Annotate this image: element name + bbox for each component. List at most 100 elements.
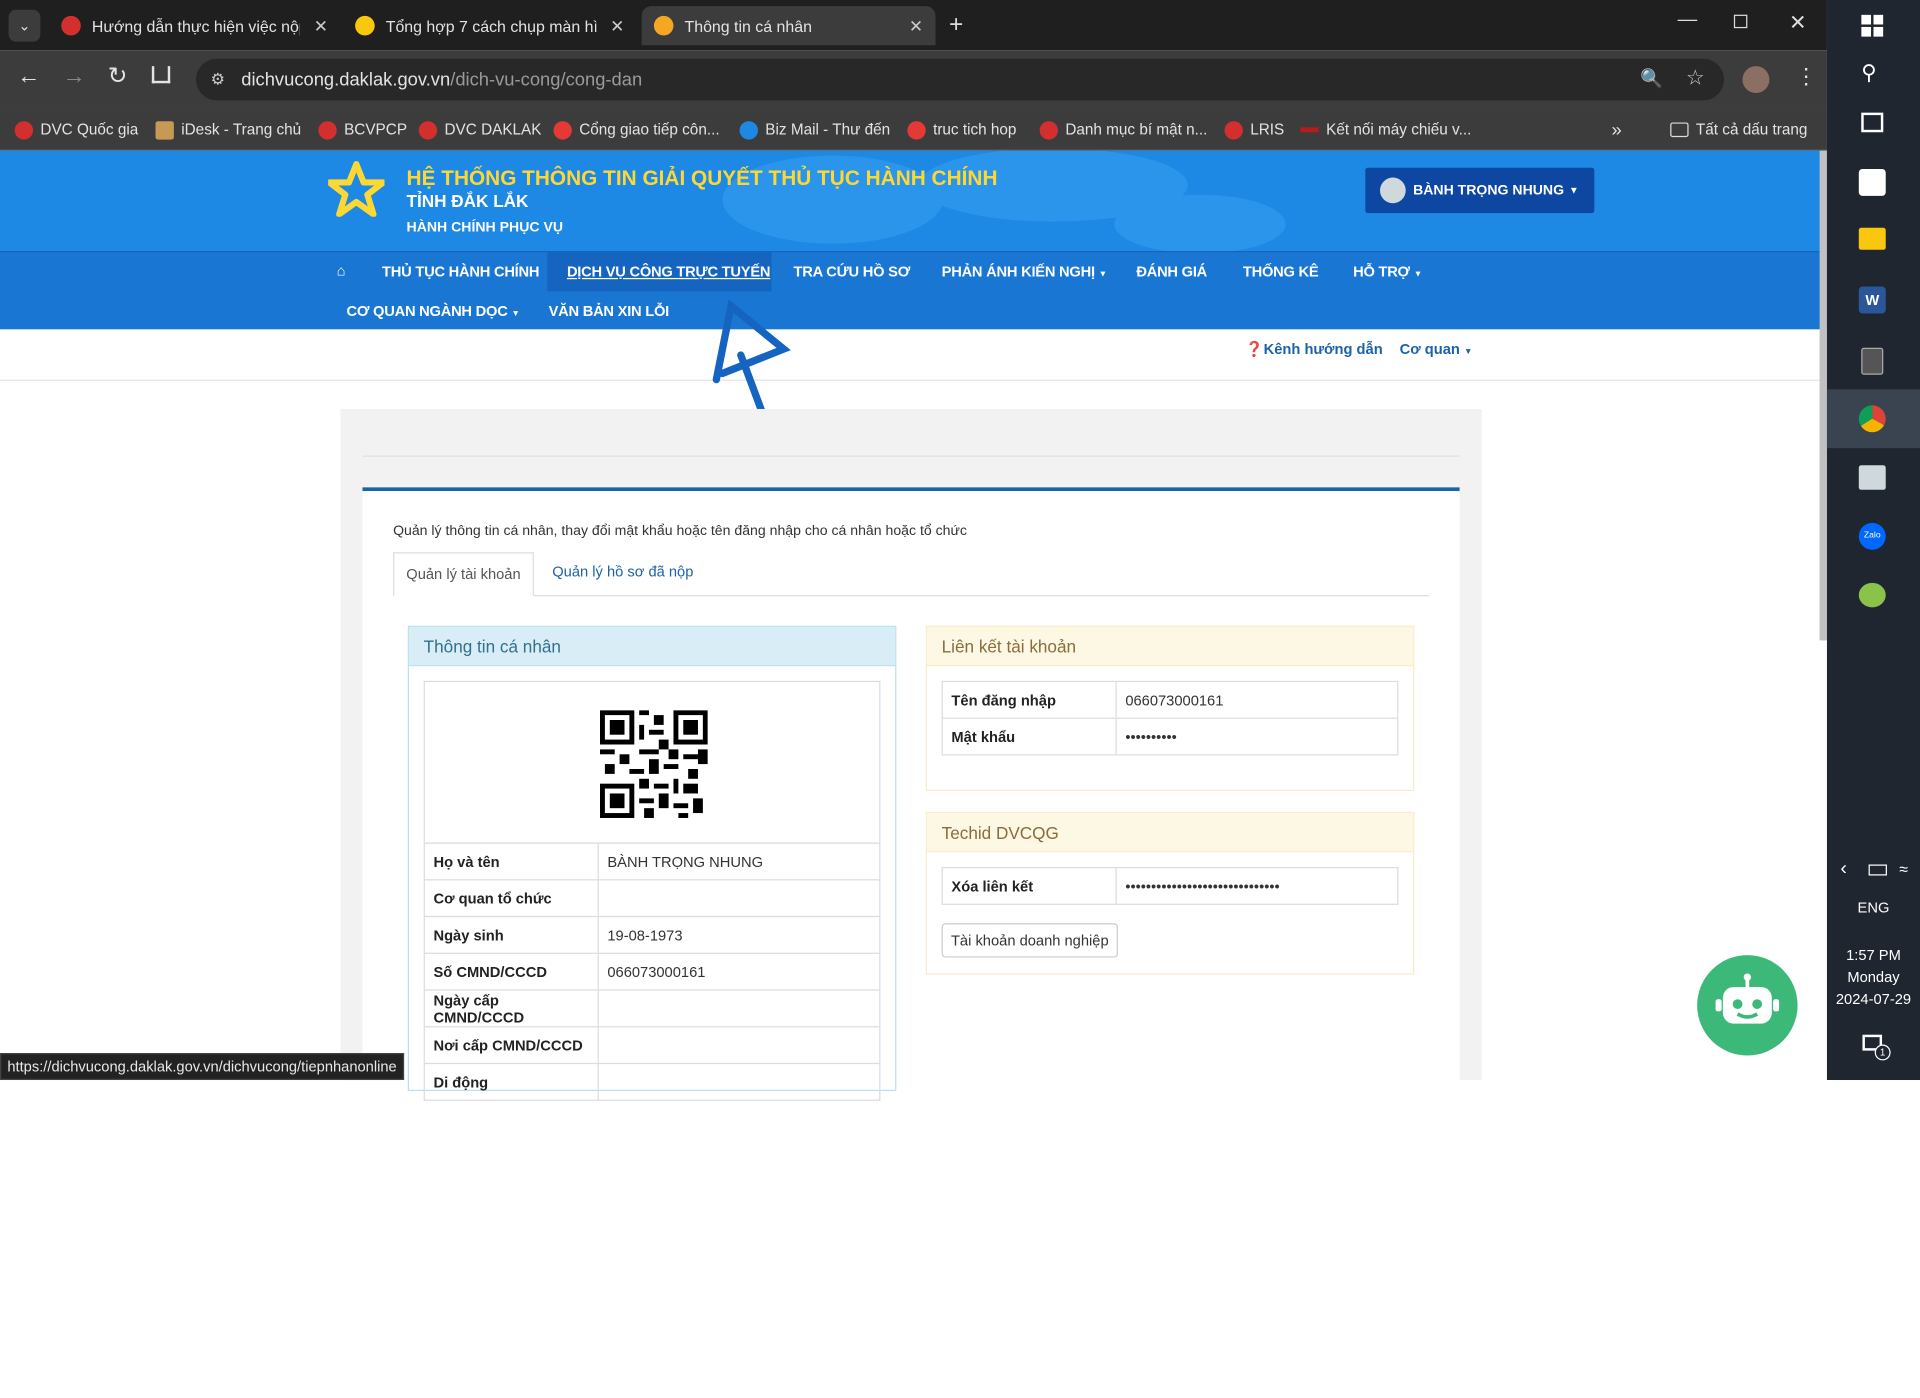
tab-quan-ly-tai-khoan[interactable]: Quản lý tài khoản [393,552,534,597]
bookmark-item[interactable]: Kết nối máy chiếu v... [1300,116,1471,143]
bookmark-label: DVC Quốc gia [40,121,139,139]
field-value: 066073000161 [597,952,881,991]
business-account-button[interactable]: Tài khoản doanh nghiệp [941,923,1118,958]
table-row: Ngày sinh 19-08-1973 [423,915,881,954]
task-view-icon[interactable] [1861,112,1884,133]
nav-van-ban-xin-loi[interactable]: VĂN BẢN XIN LỖI [549,302,670,319]
bookmark-favicon-icon [1039,120,1058,139]
all-bookmarks-label: Tất cả dấu trang [1695,121,1808,139]
user-avatar-icon [1380,177,1406,204]
bookmark-label: Danh mục bí mật n... [1065,121,1208,139]
tab-title: Tổng hợp 7 cách chụp màn hình [385,16,597,35]
nav-dich-vu-cong[interactable]: DỊCH VỤ CÔNG TRỰC TUYẾN [567,263,771,280]
forward-icon[interactable]: → [62,64,85,91]
bookmark-favicon-icon [14,120,34,139]
techid-panel: Techid DVCQG Xóa liên kết •••••••••••••••… [925,811,1415,975]
nav-thong-ke[interactable]: THỐNG KÊ [1243,263,1319,280]
bookmarks-bar: DVC Quốc gia iDesk - Trang chủ BCVPCP DV… [0,108,1827,151]
close-window-icon[interactable]: ✕ [1789,11,1806,35]
paint-icon[interactable] [1858,582,1886,608]
field-label: Ngày cấp CMND/CCCD [423,989,599,1028]
word-icon[interactable]: W [1858,286,1886,314]
new-tab-icon[interactable]: + [949,11,963,39]
tab-3-active[interactable]: Thông tin cá nhân ✕ [641,6,936,46]
nav-thu-tuc[interactable]: THỦ TỤC HÀNH CHÍNH [382,263,539,280]
tab-1[interactable]: Hướng dẫn thực hiện việc nộp hồ sơ ✕ [49,6,340,45]
nav-label: HỖ TRỢ [1353,263,1410,281]
caret-down-icon: ▼ [1568,184,1579,196]
windows-start-icon[interactable] [1861,14,1884,37]
close-tab-icon[interactable]: ✕ [314,16,328,37]
table-row: Tên đăng nhập 066073000161 [941,680,1399,719]
all-bookmarks-folder[interactable]: Tất cả dấu trang [1670,116,1807,143]
home-icon[interactable] [151,66,171,84]
page-scrollbar[interactable] [1819,150,1827,641]
chatbot-button[interactable] [1697,955,1798,1056]
network-app-icon[interactable] [1858,465,1886,490]
site-info-icon[interactable]: ⚙ [211,70,225,90]
account-card: Quản lý thông tin cá nhân, thay đổi mật … [362,487,1460,1101]
status-bubble: https://dichvucong.daklak.gov.vn/dichvuc… [0,1053,405,1081]
bookmark-label: Biz Mail - Thư đến [765,121,891,139]
folder-icon [1670,122,1689,138]
profile-avatar[interactable] [1742,66,1770,94]
battery-icon[interactable] [1868,864,1887,876]
bookmark-item[interactable]: Biz Mail - Thư đến [739,116,891,143]
guide-link-label: Kênh hướng dẫn [1263,340,1383,358]
zoom-icon[interactable]: 🔍 [1640,67,1663,90]
nav-label: CƠ QUAN NGÀNH DỌC [346,302,508,320]
bookmark-star-icon[interactable]: ☆ [1686,66,1705,90]
nav-ho-tro[interactable]: HỖ TRỢ ▼ [1353,263,1422,280]
clock-time[interactable]: 1:57 PM [1827,947,1920,964]
calculator-icon[interactable] [1861,347,1884,375]
nav-phan-anh[interactable]: PHẢN ÁNH KIẾN NGHỊ ▼ [942,263,1107,280]
file-explorer-icon[interactable] [1858,227,1886,250]
bookmark-item[interactable]: Cổng giao tiếp côn... [553,116,720,143]
minimize-icon[interactable]: — [1678,10,1698,32]
tab-search-button[interactable]: ⌄ [8,9,41,42]
menu-icon[interactable]: ⋮ [1795,64,1817,90]
language-indicator[interactable]: ENG [1827,899,1920,916]
field-label: Ngày sinh [423,915,599,954]
more-bookmarks-icon[interactable]: » [1611,116,1621,143]
clock-date[interactable]: 2024-07-29 [1827,991,1920,1008]
bookmark-item[interactable]: DVC Quốc gia [14,116,139,143]
home-icon[interactable]: ⌂ [337,262,346,279]
field-label: Di động [423,1062,599,1101]
back-icon[interactable]: ← [17,64,40,91]
field-value [597,879,881,918]
store-icon[interactable] [1858,168,1886,196]
field-value: 066073000161 [1115,680,1399,719]
search-icon[interactable]: ⚲ [1861,61,1876,85]
tab-quan-ly-ho-so[interactable]: Quản lý hồ sơ đã nộp [552,563,693,580]
wifi-icon[interactable]: ≈ [1899,860,1908,878]
table-row: Họ và tên BÀNH TRỌNG NHUNG [423,842,881,881]
nav-tra-cuu[interactable]: TRA CỨU HỒ SƠ [793,263,910,280]
nav-danh-gia[interactable]: ĐÁNH GIÁ [1136,263,1207,280]
nav-co-quan-nganh-doc[interactable]: CƠ QUAN NGÀNH DỌC ▼ [347,302,520,319]
bookmark-item[interactable]: iDesk - Trang chủ [155,116,301,143]
close-tab-icon[interactable]: ✕ [909,16,923,37]
bookmark-favicon-icon [318,120,337,139]
bookmark-item[interactable]: BCVPCP [318,116,407,143]
clock-day[interactable]: Monday [1827,969,1920,986]
tab-2[interactable]: Tổng hợp 7 cách chụp màn hình ✕ [343,6,637,45]
url-path: /dich-vu-cong/cong-dan [450,69,643,91]
bookmark-item[interactable]: LRIS [1224,116,1284,143]
restore-icon[interactable] [1733,14,1748,29]
chrome-icon[interactable] [1858,405,1886,433]
user-menu-button[interactable]: BÀNH TRỌNG NHUNG ▼ [1365,167,1595,214]
table-row: Số CMND/CCCD 066073000161 [423,952,881,991]
zalo-icon[interactable]: Zalo [1858,522,1886,550]
tray-chevron-icon[interactable]: ‹ [1840,858,1847,880]
agency-dropdown[interactable]: Cơ quan ▼ [1400,340,1473,357]
close-tab-icon[interactable]: ✕ [610,16,624,37]
address-bar[interactable]: ⚙ dichvucong.daklak.gov.vn/dich-vu-cong/… [195,58,1725,101]
bookmark-item[interactable]: Danh mục bí mật n... [1039,116,1208,143]
bookmark-item[interactable]: DVC DAKLAK [418,116,541,143]
tab-title: Hướng dẫn thực hiện việc nộp hồ sơ [91,16,300,35]
guide-link[interactable]: ❓Kênh hướng dẫn [1245,340,1382,357]
reload-icon[interactable]: ↻ [108,62,127,90]
bookmark-label: BCVPCP [344,121,408,139]
bookmark-item[interactable]: truc tich hop [907,116,1016,143]
